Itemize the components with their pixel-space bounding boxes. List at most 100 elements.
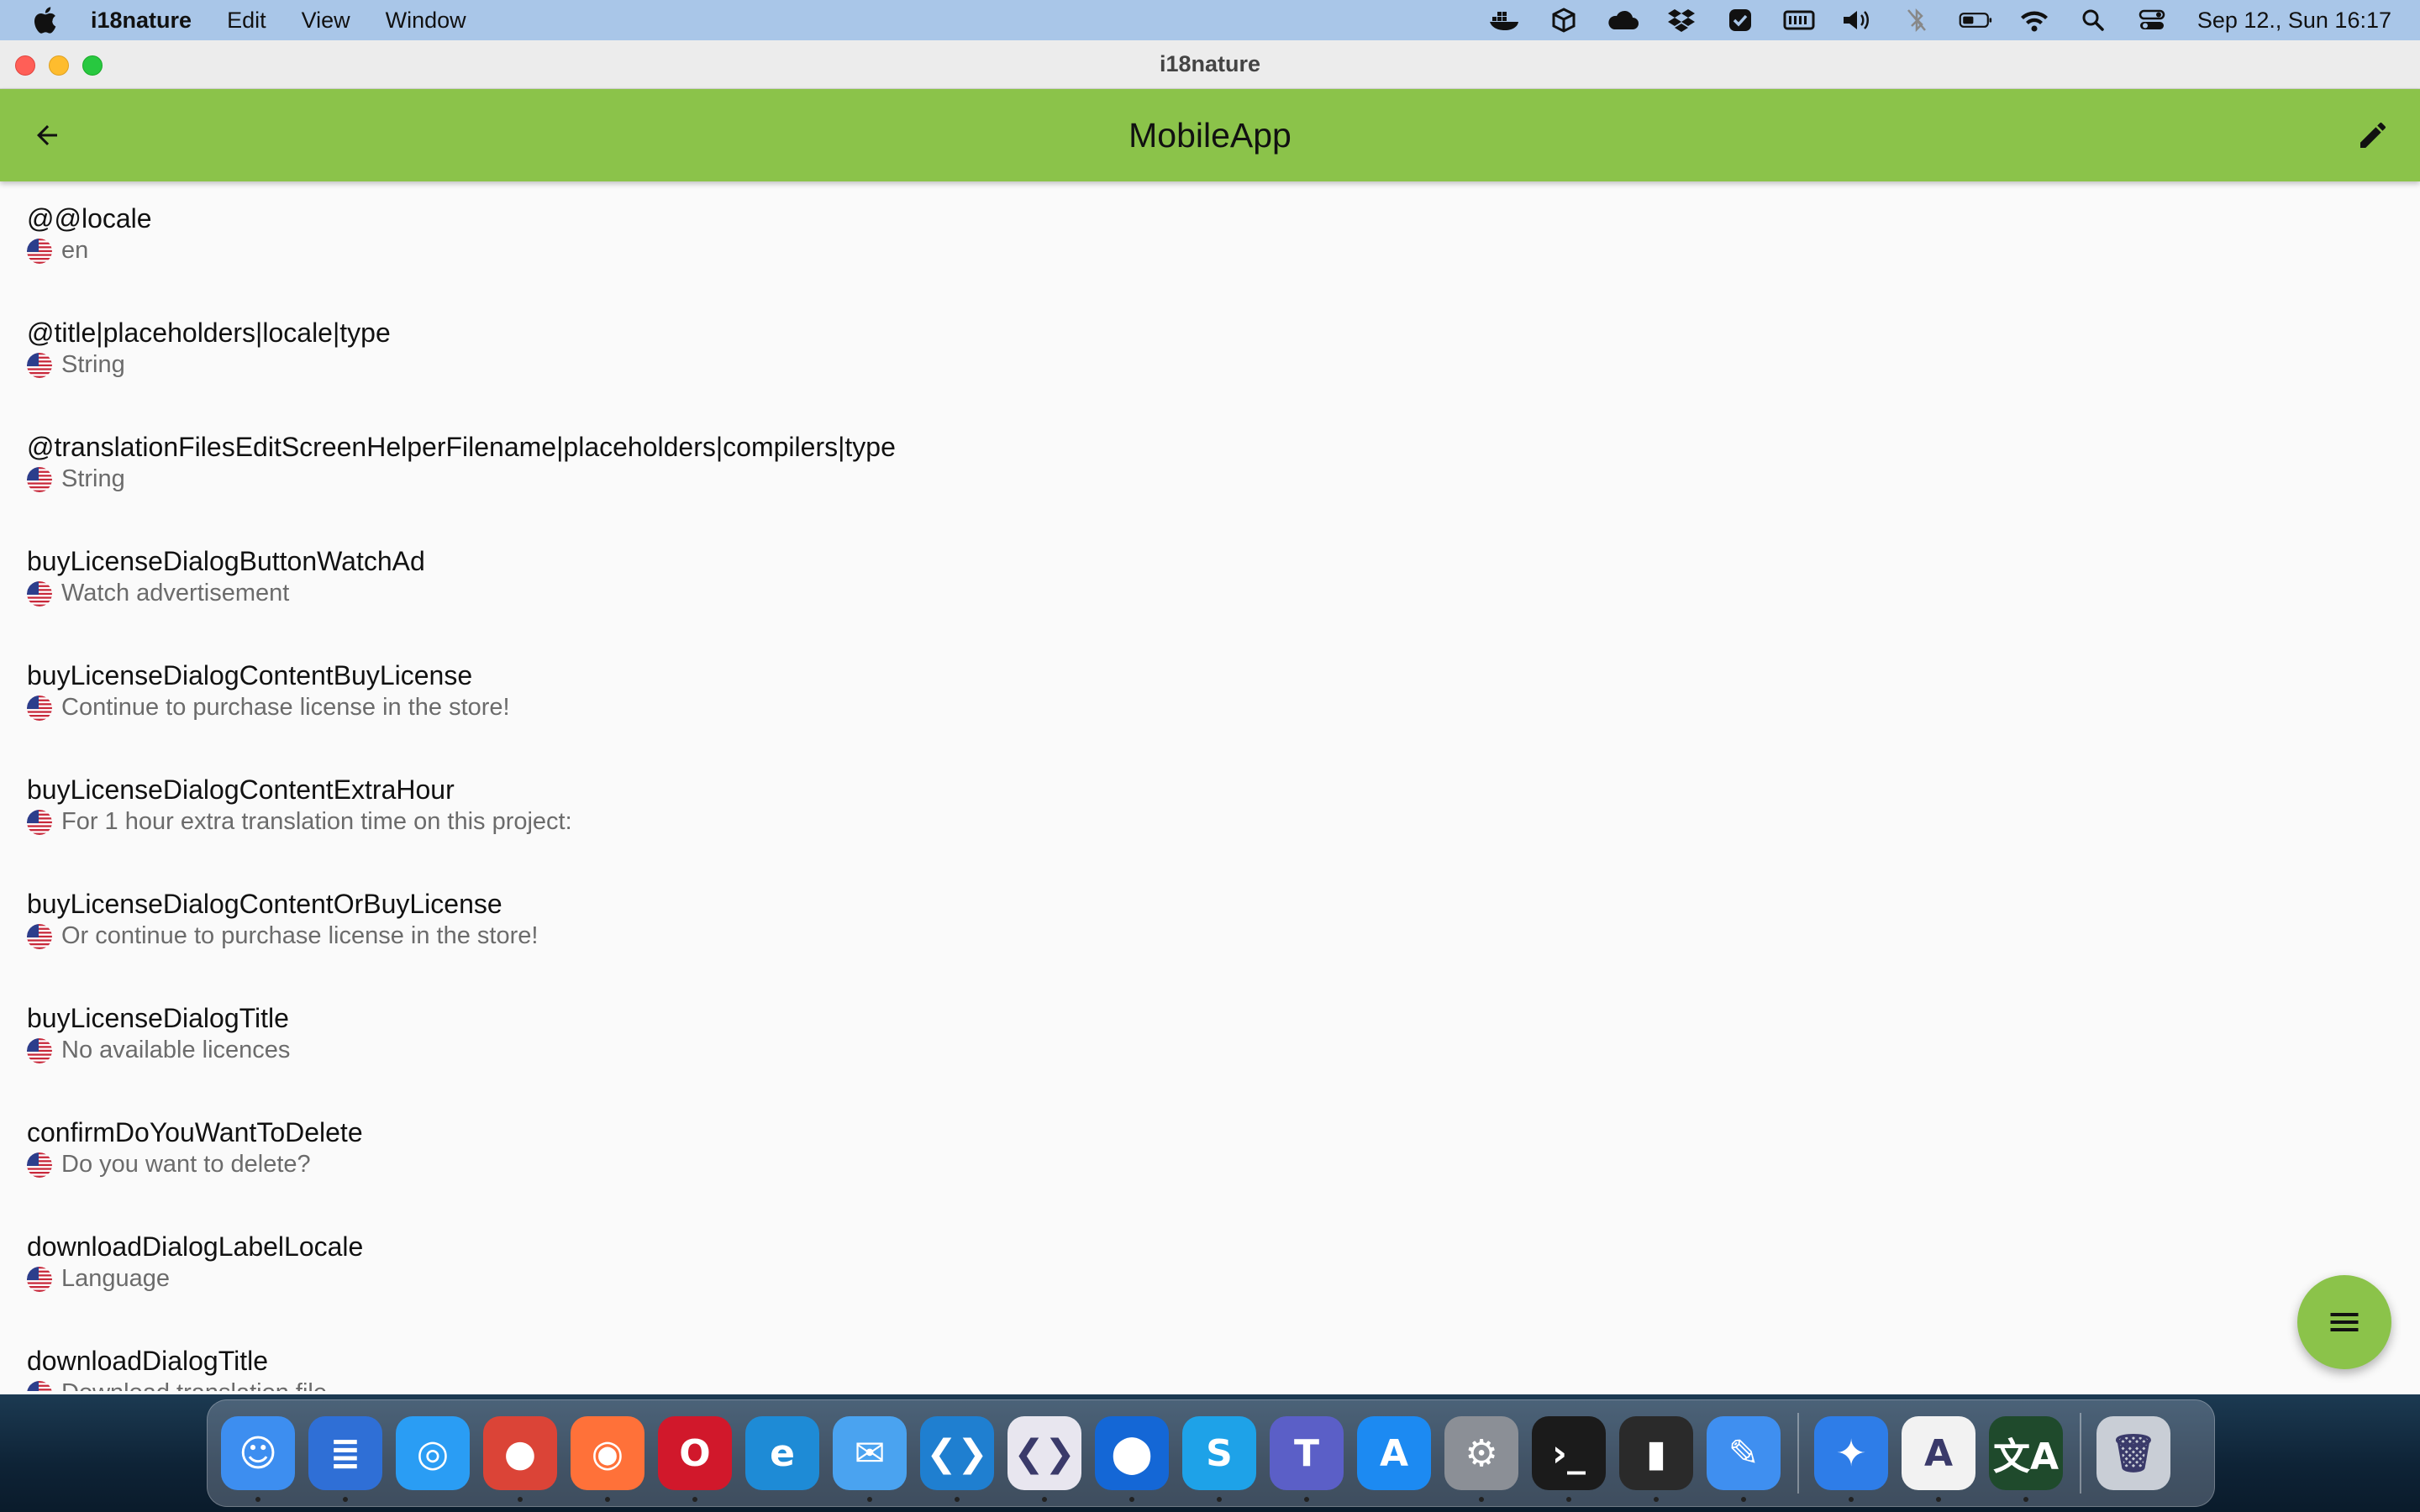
search-icon[interactable] [2076,8,2110,33]
arrow-back-icon [37,125,57,145]
box-icon[interactable] [1547,8,1581,33]
edit-button[interactable] [2351,113,2395,157]
dock-app-android-studio[interactable]: A [1902,1416,1975,1502]
dock-app-chrome[interactable]: ● [483,1416,557,1502]
translation-value: String [61,465,125,492]
sourcetree-icon: ⬤ [1111,1431,1153,1475]
app-window: i18nature MobileApp @@locale en @title|pla… [0,40,2420,1394]
running-indicator [1566,1497,1571,1502]
window-close-button[interactable] [15,55,35,76]
translation-row[interactable]: confirmDoYouWantToDelete Do you want to d… [0,1095,2420,1210]
battery-icon[interactable] [1959,8,1992,33]
translation-key: @translationFilesEditScreenHelperFilenam… [27,432,896,462]
code-editor-icon: ❮❯ [1013,1431,1076,1475]
cloud-icon[interactable] [1606,8,1639,33]
dock-app-edge[interactable]: e [745,1416,819,1490]
menu-view[interactable]: View [302,8,350,34]
us-flag-icon [27,580,52,606]
trash-icon: 🗑 [2110,1432,2157,1475]
android-studio-icon: A [1923,1431,1954,1475]
running-indicator [1217,1497,1222,1502]
translation-row[interactable]: buyLicenseDialogTitle No available licenc… [0,981,2420,1095]
docker-icon[interactable] [1488,8,1522,33]
mail-icon: ✉ [854,1431,886,1475]
dropbox-icon[interactable] [1665,8,1698,33]
translation-row[interactable]: @title|placeholders|locale|type String [0,296,2420,410]
dock-app-opera[interactable]: O [658,1416,732,1502]
translation-value: For 1 hour extra translation time on thi… [61,808,572,835]
running-indicator [255,1497,260,1502]
dock-app-firefox[interactable]: ◉ [571,1416,644,1502]
dock-app-simulator[interactable]: ✎ [1707,1416,1781,1502]
menu-window[interactable]: Window [386,8,466,34]
us-flag-icon [27,1037,52,1063]
control-center-icon[interactable] [2135,8,2169,33]
translation-value-line: en [27,237,2420,265]
translation-row[interactable]: buyLicenseDialogContentOrBuyLicense Or co… [0,867,2420,981]
translation-value: String [61,351,125,378]
translation-value-line: Do you want to delete? [27,1151,2420,1179]
dock-app-file-manager[interactable]: ≣ [308,1416,382,1502]
apple-menu-icon[interactable] [32,6,66,34]
window-title: i18nature [1159,51,1261,76]
dock-app-skype[interactable]: S [1182,1416,1256,1502]
dock-app-app-store[interactable]: A [1357,1416,1431,1490]
translation-row[interactable]: buyLicenseDialogContentExtraHour For 1 ho… [0,753,2420,867]
dock-app-xcode[interactable]: ✦ [1814,1416,1888,1502]
translation-key: @@locale [27,203,152,234]
dock-app-sourcetree[interactable]: ⬤ [1095,1416,1169,1502]
translation-key: buyLicenseDialogContentExtraHour [27,774,455,805]
pencil-icon [2360,122,2386,148]
dock-separator [2080,1413,2081,1494]
menu-edit[interactable]: Edit [227,8,266,34]
translation-row[interactable]: buyLicenseDialogContentBuyLicense Continu… [0,638,2420,753]
app-bar: MobileApp [0,89,2420,181]
status-tray: Sep 12., Sun 16:17 [1463,0,2391,40]
dock-app-vscode[interactable]: ❮❯ [920,1416,994,1502]
dock-app-system-preferences[interactable]: ⚙ [1444,1416,1518,1502]
translation-value-line: String [27,351,2420,379]
dock-app-code-editor[interactable]: ❮❯ [1007,1416,1081,1502]
window-titlebar[interactable]: i18nature [0,40,2420,89]
us-flag-icon [27,1380,52,1391]
dock-app-teams[interactable]: T [1270,1416,1344,1502]
translation-key: buyLicenseDialogContentBuyLicense [27,660,473,690]
dock-app-terminal[interactable]: ›_ [1532,1416,1606,1502]
volume-icon[interactable] [1841,8,1875,33]
dock-app-finder[interactable]: ☺ [221,1416,295,1502]
running-indicator [1129,1497,1134,1502]
us-flag-icon [27,466,52,492]
translation-row[interactable]: downloadDialogLabelLocale Language [0,1210,2420,1324]
bluetooth-off-icon[interactable] [1900,8,1933,33]
dock-app-i18nature[interactable]: 文A [1989,1416,2063,1502]
menu-fab-button[interactable] [2297,1275,2391,1369]
us-flag-icon [27,238,52,264]
teams-icon: T [1293,1431,1319,1475]
translation-list: @@locale en @title|placeholders|locale|typ… [0,181,2420,1391]
dock-separator [1797,1413,1799,1494]
translation-row[interactable]: @translationFilesEditScreenHelperFilenam… [0,410,2420,524]
xcode-icon: ✦ [1835,1431,1867,1475]
window-zoom-button[interactable] [82,55,103,76]
wifi-icon[interactable] [2018,8,2051,33]
skype-icon: S [1206,1431,1233,1475]
back-button[interactable] [25,113,69,157]
translation-row[interactable]: downloadDialogTitle Download translation … [0,1324,2420,1391]
memory-meter-icon[interactable] [1782,8,1816,33]
translation-value-line: For 1 hour extra translation time on thi… [27,808,2420,836]
dock-app-mail[interactable]: ✉ [833,1416,907,1502]
translation-row[interactable]: buyLicenseDialogButtonWatchAd Watch adver… [0,524,2420,638]
translation-row[interactable]: @@locale en [0,181,2420,296]
menubar-clock[interactable]: Sep 12., Sun 16:17 [2197,8,2391,34]
dock-app-safari[interactable]: ◎ [396,1416,470,1490]
translation-key: downloadDialogTitle [27,1346,268,1376]
checkmark-app-icon[interactable] [1723,8,1757,33]
us-flag-icon [27,1266,52,1292]
translation-key: downloadDialogLabelLocale [27,1231,364,1262]
translation-key: buyLicenseDialogTitle [27,1003,289,1033]
window-minimize-button[interactable] [49,55,69,76]
dock-app-memory-monitor[interactable]: ▮ [1619,1416,1693,1502]
running-indicator [1936,1497,1941,1502]
menu-app-name[interactable]: i18nature [91,8,192,34]
dock-app-trash[interactable]: 🗑 [2096,1416,2170,1490]
